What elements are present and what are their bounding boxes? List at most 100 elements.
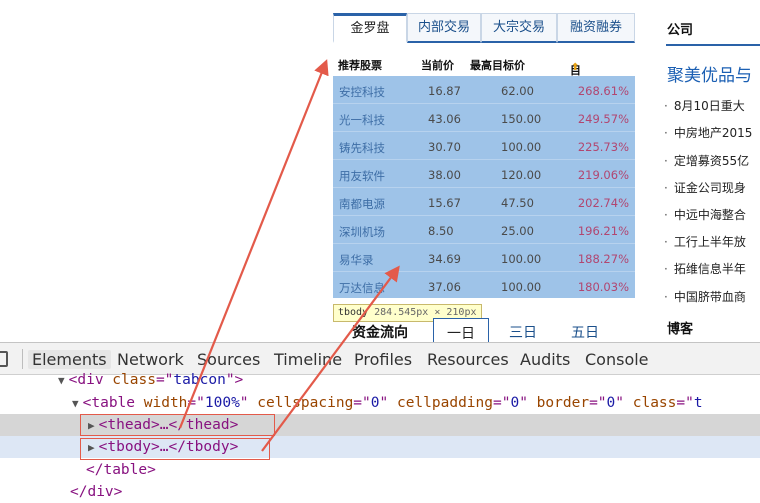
news-link[interactable]: 定增募资55亿 xyxy=(674,154,749,168)
expanded-triangle-icon[interactable]: ▼ xyxy=(58,374,65,387)
tab-jinluopan[interactable]: 金罗盘 xyxy=(333,13,407,43)
stock-tabs: 金罗盘 内部交易 大宗交易 融资融券 xyxy=(333,13,635,43)
stock-link[interactable]: 深圳机场 xyxy=(339,224,385,240)
news-link[interactable]: 工行上半年放 xyxy=(674,235,746,249)
target-price: 25.00 xyxy=(501,224,534,238)
expanded-triangle-icon[interactable]: ▼ xyxy=(72,397,79,410)
bullet-icon: · xyxy=(664,262,668,276)
news-link[interactable]: 中房地产2015 xyxy=(674,126,753,140)
news-item[interactable]: · 8月10日重大 xyxy=(660,97,745,114)
tab-profiles[interactable]: Profiles xyxy=(354,350,412,369)
dom-node-table-close[interactable]: </table> xyxy=(86,459,156,481)
right-column: 公司 聚美优品与 · 8月10日重大 · 中房地产2015 · 定增募资55亿 · 证金… xyxy=(660,0,760,342)
bullet-icon: · xyxy=(664,208,668,222)
table-row: 南都电源 15.67 47.50 202.74% xyxy=(333,188,635,216)
table-row: 光一科技 43.06 150.00 249.57% xyxy=(333,104,635,132)
tab-five-day[interactable]: 五日 xyxy=(557,318,613,342)
target-price: 100.00 xyxy=(501,280,542,294)
stock-link[interactable]: 易华录 xyxy=(339,252,374,268)
tab-three-day[interactable]: 三日 xyxy=(495,318,551,342)
section-divider xyxy=(666,44,760,46)
tbody-annotation-box xyxy=(80,438,270,460)
target-price: 100.00 xyxy=(501,140,542,154)
table-row: 深圳机场 8.50 25.00 196.21% xyxy=(333,216,635,244)
tab-one-day[interactable]: 一日 xyxy=(433,318,489,342)
stock-link[interactable]: 安控科技 xyxy=(339,84,385,100)
device-mode-icon[interactable] xyxy=(0,351,8,367)
news-item[interactable]: · 中房地产2015 xyxy=(660,124,752,141)
stock-link[interactable]: 用友软件 xyxy=(339,168,385,184)
header-max-target: 最高目标价 xyxy=(470,59,525,72)
dom-node-div[interactable]: ▼ <div class="tabcon"> xyxy=(58,369,243,391)
blog-section-title: 博客 xyxy=(667,322,694,337)
fund-flow-tabs: 资金流向 一日 三日 五日 xyxy=(333,318,635,342)
table-row: 万达信息 37.06 100.00 180.03% xyxy=(333,272,635,300)
table-row: 用友软件 38.00 120.00 219.06% xyxy=(333,160,635,188)
news-item[interactable]: · 工行上半年放 xyxy=(660,233,746,250)
dom-node-div-close[interactable]: </div> xyxy=(70,481,122,503)
table-row: 易华录 34.69 100.00 188.27% xyxy=(333,244,635,272)
current-price: 38.00 xyxy=(428,168,461,182)
current-price: 16.87 xyxy=(428,84,461,98)
bullet-icon: · xyxy=(664,154,668,168)
tooltip-size: 284.545px × 210px xyxy=(374,307,477,318)
stock-link[interactable]: 万达信息 xyxy=(339,280,385,296)
news-item[interactable]: · 拓维信息半年 xyxy=(660,260,746,277)
tab-resources[interactable]: Resources xyxy=(427,350,509,369)
table-header: 推荐股票 当前价 最高目标价 目标空间⬆ xyxy=(333,52,635,125)
tab-block-trading[interactable]: 大宗交易 xyxy=(481,13,557,43)
headline-link[interactable]: 聚美优品与 xyxy=(667,61,752,86)
target-space: 188.27% xyxy=(577,252,629,266)
news-item[interactable]: · 中国脐带血商 xyxy=(660,288,746,305)
target-space: 249.57% xyxy=(577,112,629,126)
target-price: 150.00 xyxy=(501,112,542,126)
tab-console[interactable]: Console xyxy=(585,350,649,369)
news-link[interactable]: 中远中海整合 xyxy=(674,208,746,222)
target-price: 62.00 xyxy=(501,84,534,98)
current-price: 8.50 xyxy=(428,224,454,238)
news-link[interactable]: 证金公司现身 xyxy=(674,181,746,195)
news-item[interactable]: · 定增募资55亿 xyxy=(660,152,749,169)
company-section-title: 公司 xyxy=(667,23,694,38)
thead-annotation-box xyxy=(80,414,275,436)
bullet-icon: · xyxy=(664,235,668,249)
target-space: 196.21% xyxy=(577,224,629,238)
web-page: 金罗盘 内部交易 大宗交易 融资融券 推荐股票 当前价 最高目标价 目标空间⬆ … xyxy=(0,0,760,342)
news-link[interactable]: 8月10日重大 xyxy=(674,99,745,113)
bullet-icon: · xyxy=(664,99,668,113)
news-item[interactable]: · 中远中海整合 xyxy=(660,206,746,223)
target-space: 180.03% xyxy=(577,280,629,294)
target-price: 120.00 xyxy=(501,168,542,182)
tab-timeline[interactable]: Timeline xyxy=(274,350,342,369)
tab-margin-trading[interactable]: 融资融券 xyxy=(557,13,635,43)
current-price: 30.70 xyxy=(428,140,461,154)
news-link[interactable]: 拓维信息半年 xyxy=(674,262,746,276)
header-current-price: 当前价 xyxy=(421,59,454,72)
tab-sources[interactable]: Sources xyxy=(197,350,260,369)
target-space: 225.73% xyxy=(577,140,629,154)
target-price: 100.00 xyxy=(501,252,542,266)
header-stock: 推荐股票 xyxy=(338,59,382,72)
stock-link[interactable]: 光一科技 xyxy=(339,112,385,128)
news-item[interactable]: · 证金公司现身 xyxy=(660,179,746,196)
news-link[interactable]: 中国脐带血商 xyxy=(674,290,746,304)
current-price: 34.69 xyxy=(428,252,461,266)
tab-insider-trading[interactable]: 内部交易 xyxy=(407,13,481,43)
table-body: 安控科技 16.87 62.00 268.61% 光一科技 43.06 150.… xyxy=(333,76,635,298)
bullet-icon: · xyxy=(664,290,668,304)
current-price: 37.06 xyxy=(428,280,461,294)
bullet-icon: · xyxy=(664,126,668,140)
current-price: 43.06 xyxy=(428,112,461,126)
tab-audits[interactable]: Audits xyxy=(520,350,570,369)
table-row: 安控科技 16.87 62.00 268.61% xyxy=(333,76,635,104)
table-row: 铸先科技 30.70 100.00 225.73% xyxy=(333,132,635,160)
dom-node-table[interactable]: ▼ <table width="100%" cellspacing="0" cel… xyxy=(72,392,703,414)
target-space: 268.61% xyxy=(577,84,629,98)
tab-elements[interactable]: Elements xyxy=(28,350,111,369)
target-price: 47.50 xyxy=(501,196,534,210)
stock-link[interactable]: 铸先科技 xyxy=(339,140,385,156)
bullet-icon: · xyxy=(664,181,668,195)
stock-link[interactable]: 南都电源 xyxy=(339,196,385,212)
tab-network[interactable]: Network xyxy=(117,350,184,369)
target-space: 219.06% xyxy=(577,168,629,182)
